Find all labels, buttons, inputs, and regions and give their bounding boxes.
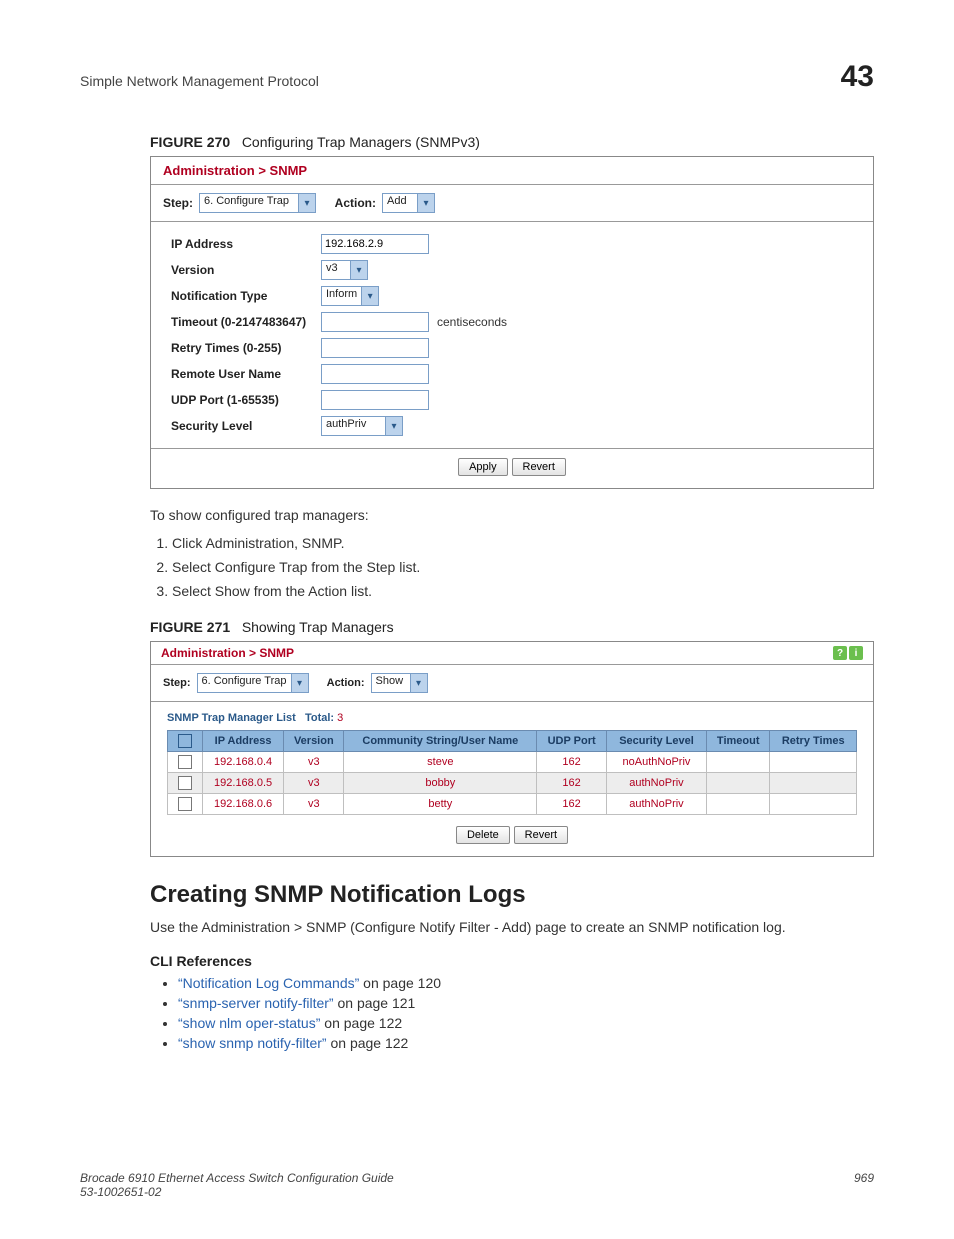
- step-item: Select Show from the Action list.: [172, 583, 874, 599]
- help-icons: ? i: [833, 646, 863, 660]
- udp-port-label: UDP Port (1-65535): [171, 393, 321, 407]
- step-dropdown[interactable]: 6. Configure Trap ▾: [199, 193, 316, 213]
- action-label: Action:: [327, 677, 365, 689]
- cli-link[interactable]: “Notification Log Commands”: [178, 975, 359, 991]
- retry-times-input[interactable]: [321, 338, 429, 358]
- col-community-user: Community String/User Name: [344, 731, 537, 752]
- figure-270-panel: Administration > SNMP Step: 6. Configure…: [150, 156, 874, 489]
- delete-button[interactable]: Delete: [456, 826, 510, 844]
- col-udp-port: UDP Port: [537, 731, 607, 752]
- security-level-label: Security Level: [171, 419, 321, 433]
- col-retry-times: Retry Times: [770, 731, 857, 752]
- steps-list: Click Administration, SNMP. Select Confi…: [172, 535, 874, 599]
- security-level-dropdown[interactable]: authPriv ▾: [321, 416, 403, 436]
- chevron-down-icon: ▾: [298, 194, 315, 212]
- table-row: 192.168.0.6 v3 betty 162 authNoPriv: [168, 794, 857, 815]
- step-item: Select Configure Trap from the Step list…: [172, 559, 874, 575]
- chevron-down-icon: ▾: [350, 261, 367, 279]
- panel-breadcrumb: Administration > SNMP ? i: [151, 642, 873, 665]
- cli-references-heading: CLI References: [150, 953, 874, 969]
- remote-user-name-label: Remote User Name: [171, 367, 321, 381]
- revert-button[interactable]: Revert: [514, 826, 568, 844]
- retry-times-label: Retry Times (0-255): [171, 341, 321, 355]
- chevron-down-icon: ▾: [361, 287, 378, 305]
- action-label: Action:: [335, 196, 376, 210]
- chevron-down-icon: ▾: [385, 417, 402, 435]
- panel-toolbar: Step: 6. Configure Trap ▾ Action: Show ▾: [151, 665, 873, 702]
- chevron-down-icon: ▾: [417, 194, 434, 212]
- figure-270-title: Configuring Trap Managers (SNMPv3): [242, 134, 480, 150]
- timeout-unit: centiseconds: [437, 315, 507, 329]
- cli-references-list: “Notification Log Commands” on page 120 …: [178, 975, 874, 1051]
- trap-manager-table: IP Address Version Community String/User…: [167, 730, 857, 815]
- cli-reference-item: “show nlm oper-status” on page 122: [178, 1015, 874, 1031]
- cli-link[interactable]: “snmp-server notify-filter”: [178, 995, 334, 1011]
- notification-type-label: Notification Type: [171, 289, 321, 303]
- notification-type-dropdown[interactable]: Inform ▾: [321, 286, 379, 306]
- chevron-down-icon: ▾: [291, 674, 308, 692]
- timeout-label: Timeout (0-2147483647): [171, 315, 321, 329]
- col-ip-address: IP Address: [203, 731, 284, 752]
- help-icon[interactable]: ?: [833, 646, 847, 660]
- page-header: Simple Network Management Protocol 43: [80, 60, 874, 94]
- remote-user-name-input[interactable]: [321, 364, 429, 384]
- form-area: IP Address Version v3 ▾ Notification Typ…: [151, 222, 873, 448]
- cli-reference-item: “show snmp notify-filter” on page 122: [178, 1035, 874, 1051]
- section-intro: Use the Administration > SNMP (Configure…: [150, 919, 874, 935]
- step-label: Step:: [163, 196, 193, 210]
- button-row: Delete Revert: [151, 825, 873, 856]
- list-title: SNMP Trap Manager List Total: 3: [151, 702, 873, 730]
- header-chapter-number: 43: [841, 60, 874, 94]
- figure-271-title: Showing Trap Managers: [242, 619, 394, 635]
- figure-271-caption: FIGURE 271 Showing Trap Managers: [150, 619, 874, 635]
- timeout-input[interactable]: [321, 312, 429, 332]
- step-item: Click Administration, SNMP.: [172, 535, 874, 551]
- row-checkbox[interactable]: [178, 797, 192, 811]
- header-section-title: Simple Network Management Protocol: [80, 73, 319, 89]
- udp-port-input[interactable]: [321, 390, 429, 410]
- col-version: Version: [284, 731, 344, 752]
- figure-270-caption: FIGURE 270 Configuring Trap Managers (SN…: [150, 134, 874, 150]
- apply-button[interactable]: Apply: [458, 458, 508, 476]
- footer-page-number: 969: [854, 1171, 874, 1199]
- panel-breadcrumb: Administration > SNMP: [151, 157, 873, 185]
- page-footer: Brocade 6910 Ethernet Access Switch Conf…: [80, 1171, 874, 1199]
- action-dropdown[interactable]: Show ▾: [371, 673, 428, 693]
- table-row: 192.168.0.5 v3 bobby 162 authNoPriv: [168, 773, 857, 794]
- ip-address-input[interactable]: [321, 234, 429, 254]
- cli-reference-item: “Notification Log Commands” on page 120: [178, 975, 874, 991]
- figure-271-label: FIGURE 271: [150, 619, 230, 635]
- select-all-checkbox[interactable]: [178, 734, 192, 748]
- version-dropdown[interactable]: v3 ▾: [321, 260, 368, 280]
- row-checkbox[interactable]: [178, 755, 192, 769]
- panel-toolbar: Step: 6. Configure Trap ▾ Action: Add ▾: [151, 185, 873, 222]
- cli-reference-item: “snmp-server notify-filter” on page 121: [178, 995, 874, 1011]
- section-heading: Creating SNMP Notification Logs: [150, 881, 874, 909]
- row-checkbox[interactable]: [178, 776, 192, 790]
- info-icon[interactable]: i: [849, 646, 863, 660]
- version-label: Version: [171, 263, 321, 277]
- table-row: 192.168.0.4 v3 steve 162 noAuthNoPriv: [168, 752, 857, 773]
- col-timeout: Timeout: [706, 731, 769, 752]
- chevron-down-icon: ▾: [410, 674, 427, 692]
- figure-270-label: FIGURE 270: [150, 134, 230, 150]
- step-label: Step:: [163, 677, 191, 689]
- step-dropdown[interactable]: 6. Configure Trap ▾: [197, 673, 309, 693]
- revert-button[interactable]: Revert: [512, 458, 566, 476]
- figure-271-panel: Administration > SNMP ? i Step: 6. Confi…: [150, 641, 874, 857]
- action-dropdown[interactable]: Add ▾: [382, 193, 435, 213]
- intro-text: To show configured trap managers:: [150, 507, 874, 523]
- cli-link[interactable]: “show snmp notify-filter”: [178, 1035, 327, 1051]
- button-row: Apply Revert: [151, 448, 873, 488]
- cli-link[interactable]: “show nlm oper-status”: [178, 1015, 320, 1031]
- col-security-level: Security Level: [606, 731, 706, 752]
- ip-address-label: IP Address: [171, 237, 321, 251]
- footer-left: Brocade 6910 Ethernet Access Switch Conf…: [80, 1171, 394, 1199]
